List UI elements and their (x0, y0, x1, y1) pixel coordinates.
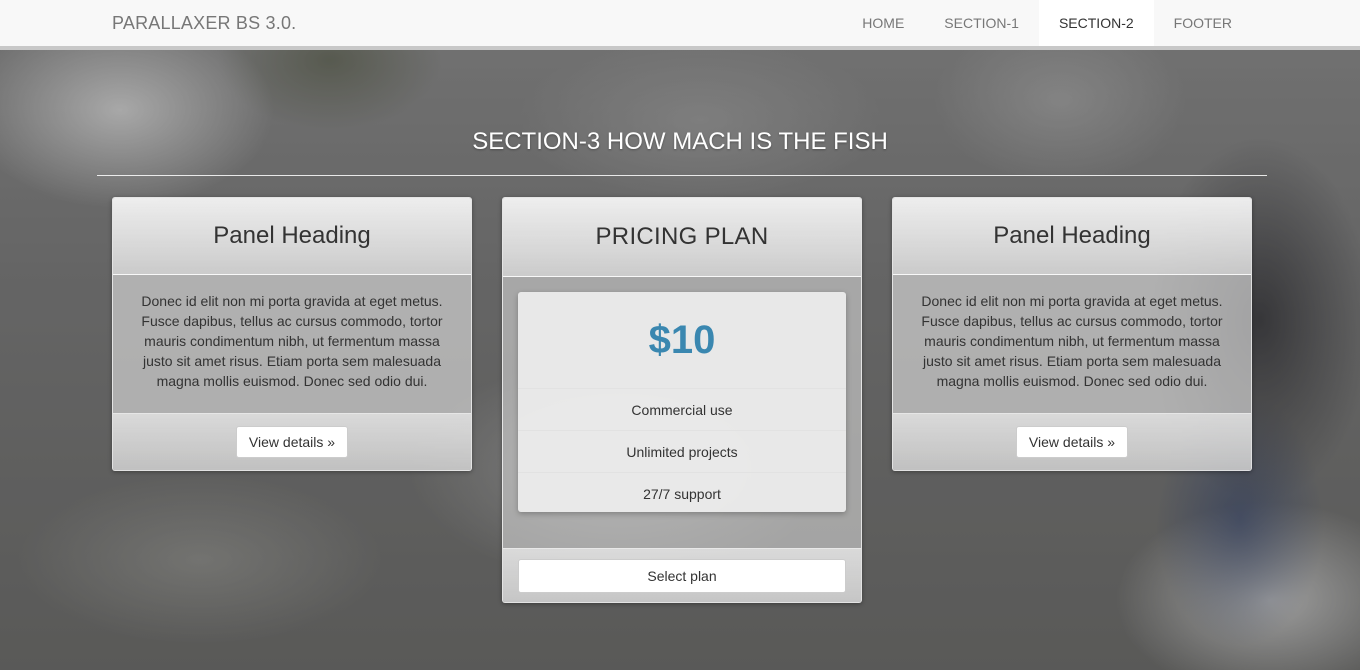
view-details-button[interactable]: View details » (235, 426, 349, 458)
info-panel-left: Panel Heading Donec id elit non mi porta… (112, 197, 472, 471)
pricing-footer: Select plan (503, 548, 861, 602)
pricing-box: $10 Commercial use Unlimited projects 27… (518, 292, 846, 512)
nav-item-footer[interactable]: FOOTER (1154, 0, 1252, 46)
navbar-brand[interactable]: PARALLAXER BS 3.0. (112, 13, 296, 34)
nav-item-home[interactable]: HOME (842, 0, 924, 46)
feature-item: Commercial use (518, 389, 846, 431)
price-value: $10 (518, 292, 846, 389)
panel-footer: View details » (113, 413, 471, 470)
section-title: SECTION-3 HOW MACH IS THE FISH (472, 128, 888, 155)
navbar: PARALLAXER BS 3.0. HOME SECTION-1 SECTIO… (0, 0, 1360, 50)
section-divider (97, 175, 1267, 176)
nav-item-section-1[interactable]: SECTION-1 (924, 0, 1039, 46)
select-plan-button[interactable]: Select plan (518, 559, 846, 593)
view-details-button[interactable]: View details » (1015, 426, 1129, 458)
navbar-menu: HOME SECTION-1 SECTION-2 FOOTER (842, 0, 1252, 46)
pricing-area: $10 Commercial use Unlimited projects 27… (503, 277, 861, 548)
nav-item-section-2[interactable]: SECTION-2 (1038, 0, 1154, 46)
panel-footer: View details » (893, 413, 1251, 470)
panel-body-text: Donec id elit non mi porta gravida at eg… (893, 275, 1251, 413)
feature-item: 27/7 support (643, 485, 721, 502)
panel-heading: Panel Heading (893, 198, 1251, 275)
panel-heading: Panel Heading (113, 198, 471, 275)
info-panel-right: Panel Heading Donec id elit non mi porta… (892, 197, 1252, 471)
pricing-panel: PRICING PLAN $10 Commercial use Unlimite… (502, 197, 862, 603)
panel-body-text: Donec id elit non mi porta gravida at eg… (113, 275, 471, 413)
feature-item: Unlimited projects (518, 431, 846, 473)
pricing-heading: PRICING PLAN (503, 198, 861, 277)
